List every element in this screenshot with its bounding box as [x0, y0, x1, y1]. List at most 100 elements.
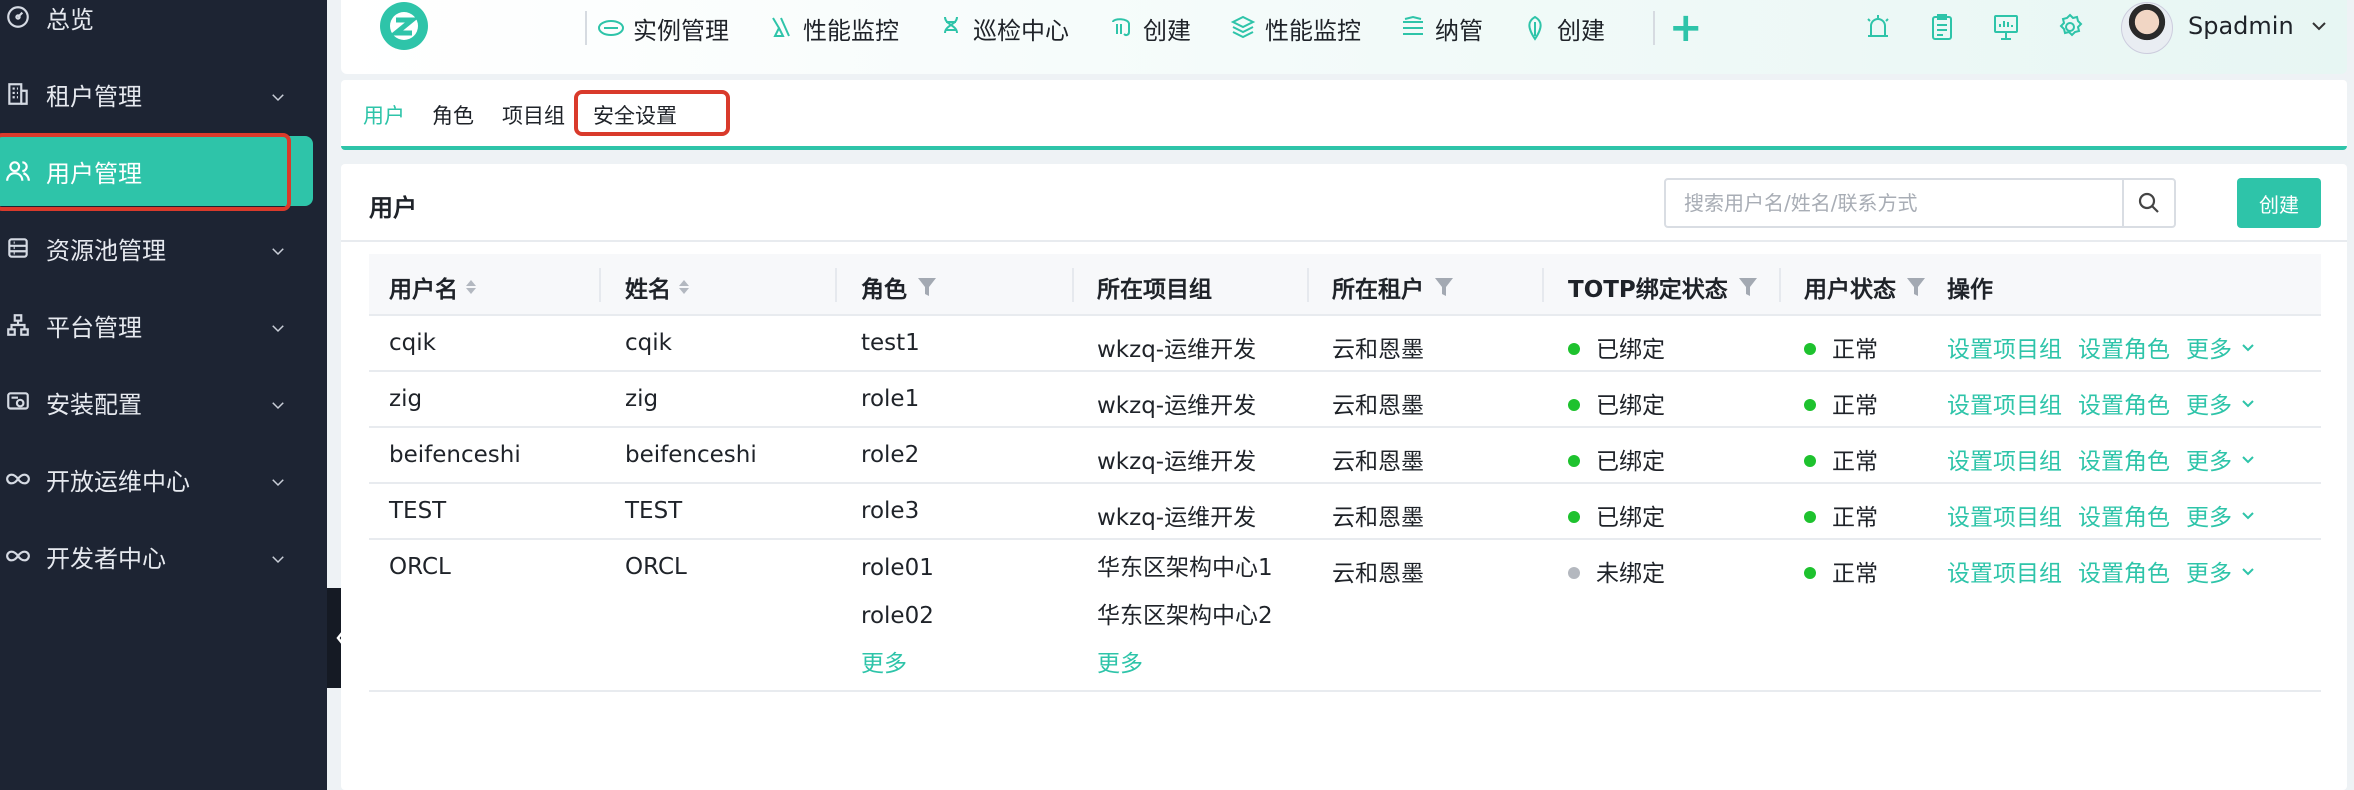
more-dropdown[interactable]: 更多: [2186, 330, 2256, 364]
nav-create-2[interactable]: 创建: [1521, 11, 1605, 46]
cell-totp: 未绑定: [1568, 554, 1665, 588]
gear-icon[interactable]: [2055, 12, 2087, 44]
column-username[interactable]: 用户名: [389, 270, 476, 304]
cell-role: role2: [861, 442, 920, 468]
status-dot: [1804, 398, 1816, 411]
sidebar-item-label: 总览: [46, 5, 94, 34]
filter-icon[interactable]: [917, 276, 937, 298]
cell-username: cqik: [389, 330, 436, 356]
add-icon[interactable]: +: [1669, 8, 1703, 48]
cell-username: TEST: [389, 498, 447, 524]
set-group-link[interactable]: 设置项目组: [1947, 386, 2062, 420]
status-label: 正常: [1832, 449, 1878, 475]
roles-more-link[interactable]: 更多: [861, 650, 934, 698]
sidebar-item-overview[interactable]: 总览: [0, 0, 313, 52]
tab-users[interactable]: 用户: [363, 100, 405, 130]
column-role[interactable]: 角色: [861, 270, 937, 304]
tab-security-settings[interactable]: 安全设置: [593, 100, 677, 130]
status-label: 正常: [1832, 393, 1878, 419]
nav-create-1[interactable]: 创建: [1107, 11, 1191, 46]
table-row: ORCL ORCL role01 role02 更多 华东区架构中心1 华东区架…: [369, 540, 2321, 692]
set-group-link[interactable]: 设置项目组: [1947, 330, 2062, 364]
nav-instance-management[interactable]: 实例管理: [597, 11, 729, 46]
status-dot: [1804, 566, 1816, 579]
column-label: 角色: [861, 277, 907, 303]
chevron-down-icon[interactable]: [2309, 16, 2329, 36]
chevron-down-icon: [2242, 512, 2254, 520]
sidebar-item-platform[interactable]: 平台管理: [0, 290, 313, 360]
column-label: 所在租户: [1332, 277, 1424, 303]
totp-label: 已绑定: [1596, 337, 1665, 363]
cell-name: beifenceshi: [625, 442, 757, 468]
column-label: TOTP绑定状态: [1568, 277, 1728, 303]
tab-roles[interactable]: 角色: [432, 100, 474, 130]
monitor-icon[interactable]: [1991, 12, 2023, 44]
sidebar-item-developer-center[interactable]: 开发者中心: [0, 521, 313, 591]
column-divider: [599, 268, 601, 302]
more-dropdown[interactable]: 更多: [2186, 554, 2256, 588]
nav-label: 实例管理: [633, 16, 729, 45]
clipboard-icon[interactable]: [1927, 12, 1959, 44]
status-dot: [1568, 342, 1580, 355]
filter-icon[interactable]: [1434, 276, 1454, 298]
set-role-link[interactable]: 设置角色: [2078, 498, 2170, 532]
cell-role: role01 role02 更多: [861, 554, 934, 698]
column-name[interactable]: 姓名: [625, 270, 689, 304]
filter-icon[interactable]: [1738, 276, 1758, 298]
cell-status: 正常: [1804, 330, 1878, 364]
cell-actions: 设置项目组 设置角色 更多: [1947, 442, 2272, 476]
cell-status: 正常: [1804, 498, 1878, 532]
sidebar-item-users[interactable]: 用户管理: [0, 136, 313, 206]
search-input[interactable]: [1666, 180, 2126, 226]
set-role-link[interactable]: 设置角色: [2078, 554, 2170, 588]
sort-icon[interactable]: [679, 280, 689, 294]
search-button[interactable]: [2122, 180, 2174, 226]
totp-label: 已绑定: [1596, 505, 1665, 531]
nav-label: 创建: [1143, 16, 1191, 45]
layers-icon: [1230, 15, 1256, 39]
nav-performance-monitor-2[interactable]: 性能监控: [1229, 11, 1361, 46]
nav-label: 创建: [1557, 16, 1605, 45]
more-dropdown[interactable]: 更多: [2186, 386, 2256, 420]
column-divider: [1542, 268, 1544, 302]
username[interactable]: Spadmin: [2188, 12, 2294, 40]
sidebar-item-resource-pool[interactable]: 资源池管理: [0, 213, 313, 283]
filter-icon[interactable]: [1906, 276, 1926, 298]
totp-label: 未绑定: [1596, 561, 1665, 587]
set-role-link[interactable]: 设置角色: [2078, 330, 2170, 364]
set-group-link[interactable]: 设置项目组: [1947, 498, 2062, 532]
create-user-button[interactable]: 创建: [2237, 178, 2321, 228]
column-user-status[interactable]: 用户状态: [1804, 270, 1926, 304]
sidebar-item-ops-center[interactable]: 开放运维中心: [0, 444, 313, 514]
column-tenant[interactable]: 所在租户: [1332, 270, 1454, 304]
status-dot: [1568, 454, 1580, 467]
sidebar-item-label: 平台管理: [46, 313, 142, 342]
sidebar-item-tenant[interactable]: 租户管理: [0, 59, 313, 129]
column-label: 用户名: [389, 277, 458, 303]
status-dot: [1804, 510, 1816, 523]
sub-tabs: 用户 角色 项目组 安全设置: [341, 80, 2347, 150]
avatar[interactable]: [2121, 2, 2173, 54]
set-group-link[interactable]: 设置项目组: [1947, 554, 2062, 588]
alarm-icon[interactable]: [1863, 12, 1895, 44]
column-totp[interactable]: TOTP绑定状态: [1568, 270, 1758, 304]
nav-performance-monitor[interactable]: 性能监控: [767, 11, 899, 46]
sidebar-item-install-config[interactable]: 安装配置: [0, 367, 313, 437]
nav-divider: [1653, 11, 1655, 45]
cell-totp: 已绑定: [1568, 330, 1665, 364]
set-role-link[interactable]: 设置角色: [2078, 442, 2170, 476]
nav-managed[interactable]: 纳管: [1399, 11, 1483, 46]
groups-more-link[interactable]: 更多: [1097, 650, 1273, 698]
more-label: 更多: [2186, 505, 2232, 531]
cell-project-group: wkzq-运维开发: [1097, 449, 1257, 475]
nav-inspection-center[interactable]: 巡检中心: [937, 11, 1069, 46]
more-dropdown[interactable]: 更多: [2186, 498, 2256, 532]
sort-icon[interactable]: [466, 280, 476, 294]
table-row: zig zig role1 wkzq-运维开发 云和恩墨 已绑定 正常 设置项目…: [369, 372, 2321, 428]
tab-project-groups[interactable]: 项目组: [502, 100, 565, 130]
more-dropdown[interactable]: 更多: [2186, 442, 2256, 476]
logo-icon[interactable]: [369, 0, 439, 56]
orcl-icon: [598, 20, 624, 36]
set-group-link[interactable]: 设置项目组: [1947, 442, 2062, 476]
set-role-link[interactable]: 设置角色: [2078, 386, 2170, 420]
